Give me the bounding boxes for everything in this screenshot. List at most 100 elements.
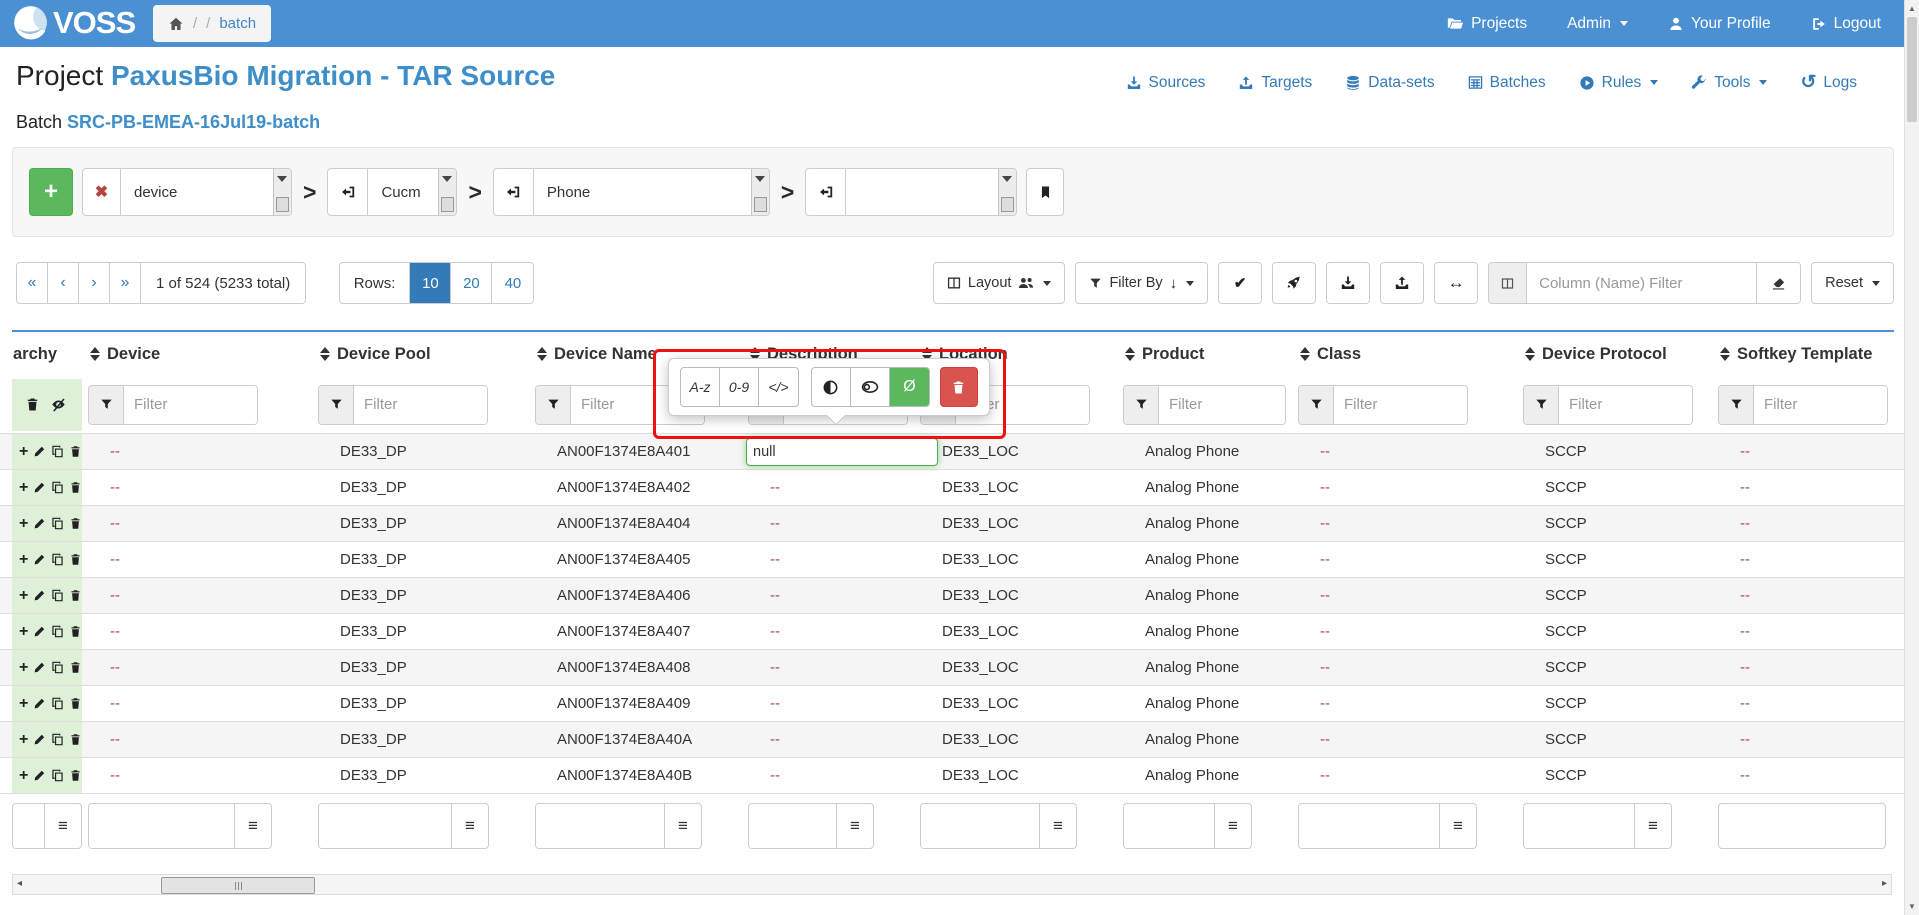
filter-input-device[interactable] [124, 386, 257, 424]
select-dropdown-strip[interactable] [998, 169, 1016, 215]
edit-row-icon[interactable] [33, 697, 46, 710]
delete-row-icon[interactable] [69, 517, 82, 530]
sources-link[interactable]: Sources [1126, 74, 1206, 92]
batches-link[interactable]: Batches [1468, 74, 1546, 92]
apply-button[interactable]: ✔ [1218, 262, 1262, 304]
aggregate-menu-button[interactable]: ≡ [836, 804, 873, 848]
edit-row-icon[interactable] [33, 589, 46, 602]
delete-row-icon[interactable] [69, 661, 82, 674]
sort-icon[interactable] [537, 347, 547, 361]
delete-row-icon[interactable] [69, 589, 82, 602]
funnel-addon[interactable] [1299, 386, 1334, 424]
edit-row-icon[interactable] [33, 733, 46, 746]
resize-columns-button[interactable]: ↔ [1434, 262, 1478, 304]
numeric-sort-button[interactable]: 0-9 [720, 368, 759, 406]
reset-button[interactable]: Reset [1811, 262, 1894, 304]
aggregate-input-device[interactable] [89, 804, 234, 848]
edit-row-icon[interactable] [33, 481, 46, 494]
stage-select-device[interactable]: device [121, 169, 291, 215]
edit-row-icon[interactable] [33, 625, 46, 638]
step-into-button[interactable] [806, 169, 846, 215]
next-page-button[interactable]: › [79, 263, 110, 303]
sort-icon[interactable] [90, 347, 100, 361]
column-header-product[interactable]: Product [1117, 332, 1292, 376]
admin-menu-item[interactable]: Admin [1567, 15, 1628, 33]
funnel-icon[interactable] [100, 398, 113, 411]
select-dropdown-strip[interactable] [438, 169, 456, 215]
column-header-softkey_template[interactable]: Softkey Template [1712, 332, 1919, 376]
aggregate-menu-button[interactable]: ≡ [1439, 804, 1476, 848]
layout-button[interactable]: Layout [933, 262, 1066, 304]
targets-link[interactable]: Targets [1238, 74, 1312, 92]
add-row-icon[interactable]: + [19, 552, 28, 568]
toggle-on-button[interactable] [812, 368, 851, 406]
your-profile-menu-item[interactable]: Your Profile [1668, 15, 1771, 33]
tools-link[interactable]: Tools [1691, 74, 1767, 92]
edit-row-icon[interactable] [33, 661, 46, 674]
voss-logo[interactable]: VOSS [12, 4, 135, 41]
home-icon[interactable] [168, 16, 184, 32]
sort-icon[interactable] [320, 347, 330, 361]
batch-name[interactable]: SRC-PB-EMEA-16Jul19-batch [67, 112, 320, 132]
add-row-icon[interactable]: + [19, 444, 28, 460]
vertical-scrollbar[interactable]: ▲ ▼ [1904, 0, 1919, 915]
scroll-right-arrow-icon[interactable]: ▸ [1882, 878, 1887, 889]
funnel-addon[interactable] [319, 386, 354, 424]
funnel-addon[interactable] [1719, 386, 1754, 424]
rows-option-10[interactable]: 10 [410, 263, 451, 303]
add-row-icon[interactable]: + [19, 768, 28, 784]
bulk-delete-icon[interactable] [25, 397, 40, 412]
funnel-addon[interactable] [1524, 386, 1559, 424]
column-header-device_pool[interactable]: Device Pool [312, 332, 529, 376]
aggregate-input-location[interactable] [921, 804, 1039, 848]
copy-row-icon[interactable] [51, 517, 64, 530]
aggregate-menu-button[interactable]: ≡ [1634, 804, 1671, 848]
scroll-up-arrow-icon[interactable]: ▲ [1908, 4, 1916, 13]
logs-link[interactable]: ↺ Logs [1800, 73, 1857, 92]
scroll-left-arrow-icon[interactable]: ◂ [17, 878, 22, 889]
funnel-icon[interactable] [1310, 398, 1323, 411]
aggregate-input-class[interactable] [1299, 804, 1439, 848]
delete-row-icon[interactable] [69, 769, 82, 782]
remove-stage-button[interactable]: ✖ [83, 169, 121, 215]
bookmark-button[interactable] [1026, 168, 1064, 216]
filter-input-device_pool[interactable] [354, 386, 487, 424]
copy-row-icon[interactable] [51, 625, 64, 638]
step-into-button[interactable] [494, 169, 534, 215]
set-null-button[interactable]: Ø [890, 368, 929, 406]
description-edit-input[interactable] [746, 438, 938, 466]
add-row-icon[interactable]: + [19, 732, 28, 748]
data-sets-link[interactable]: Data-sets [1345, 74, 1434, 92]
clear-filter-addon[interactable] [1756, 263, 1800, 303]
add-row-icon[interactable]: + [19, 480, 28, 496]
edit-row-icon[interactable] [33, 445, 46, 458]
aggregate-input-device_pool[interactable] [319, 804, 451, 848]
copy-row-icon[interactable] [51, 661, 64, 674]
delete-row-icon[interactable] [69, 445, 82, 458]
select-dropdown-strip[interactable] [751, 169, 769, 215]
funnel-addon[interactable] [1124, 386, 1159, 424]
copy-row-icon[interactable] [51, 553, 64, 566]
column-header-device_protocol[interactable]: Device Protocol [1517, 332, 1712, 376]
code-button[interactable]: </> [759, 368, 798, 406]
execute-button[interactable] [1272, 262, 1316, 304]
add-row-icon[interactable]: + [19, 516, 28, 532]
add-stage-button[interactable]: + [29, 168, 73, 216]
first-page-button[interactable]: « [17, 263, 48, 303]
add-row-icon[interactable]: + [19, 588, 28, 604]
copy-row-icon[interactable] [51, 445, 64, 458]
scroll-down-arrow-icon[interactable]: ▼ [1908, 902, 1916, 911]
aggregate-menu-button[interactable]: ≡ [1214, 804, 1251, 848]
aggregate-input-hierarchy[interactable] [13, 804, 44, 848]
toggle-off-button[interactable] [851, 368, 890, 406]
funnel-addon[interactable] [89, 386, 124, 424]
column-header-device[interactable]: Device [82, 332, 312, 376]
funnel-icon[interactable] [547, 398, 560, 411]
copy-row-icon[interactable] [51, 697, 64, 710]
sort-icon[interactable] [1525, 347, 1535, 361]
filter-input-softkey_template[interactable] [1754, 386, 1887, 424]
previous-page-button[interactable]: ‹ [48, 263, 79, 303]
copy-row-icon[interactable] [51, 769, 64, 782]
filter-by-button[interactable]: Filter By ↓ [1075, 262, 1208, 304]
logout-menu-item[interactable]: Logout [1811, 15, 1881, 33]
